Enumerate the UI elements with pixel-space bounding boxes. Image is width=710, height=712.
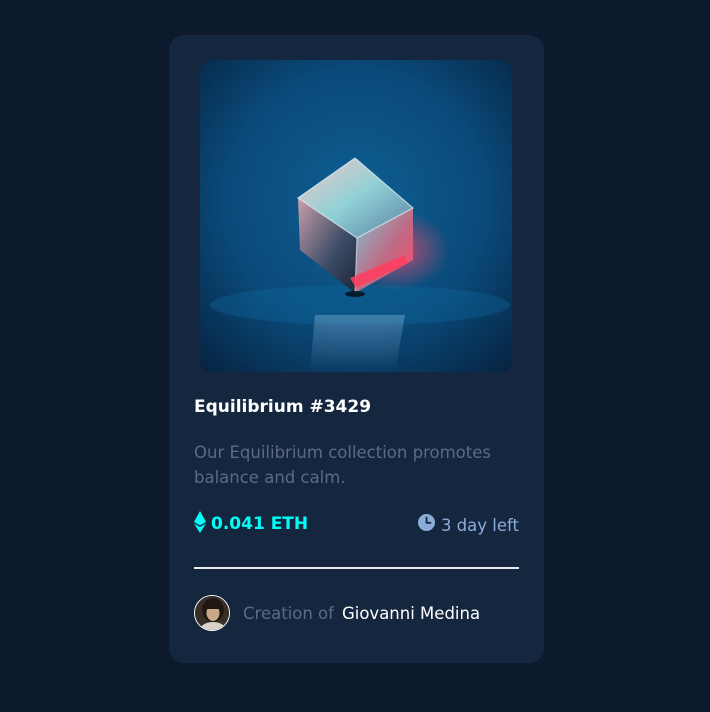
nft-image[interactable] <box>200 60 512 372</box>
nft-description: Our Equilibrium collection promotes bala… <box>194 443 491 487</box>
creator-name[interactable]: Giovanni Medina <box>342 604 480 623</box>
time-left: 3 day left <box>417 514 519 535</box>
price: 0.041 ETH <box>194 511 309 534</box>
creator-avatar-image <box>195 596 229 630</box>
ethereum-icon <box>194 511 206 533</box>
divider <box>194 567 519 569</box>
price-value: 0.041 ETH <box>211 514 309 534</box>
creator: Creation of Giovanni Medina <box>194 595 480 631</box>
creator-prefix: Creation of <box>243 603 334 623</box>
time-left-value: 3 day left <box>440 516 519 535</box>
clock-icon <box>417 514 435 531</box>
cube-image <box>200 60 512 372</box>
nft-title[interactable]: Equilibrium #3429 <box>194 397 371 417</box>
avatar[interactable] <box>194 595 230 631</box>
nft-card: Equilibrium #3429 Our Equilibrium collec… <box>169 35 544 663</box>
